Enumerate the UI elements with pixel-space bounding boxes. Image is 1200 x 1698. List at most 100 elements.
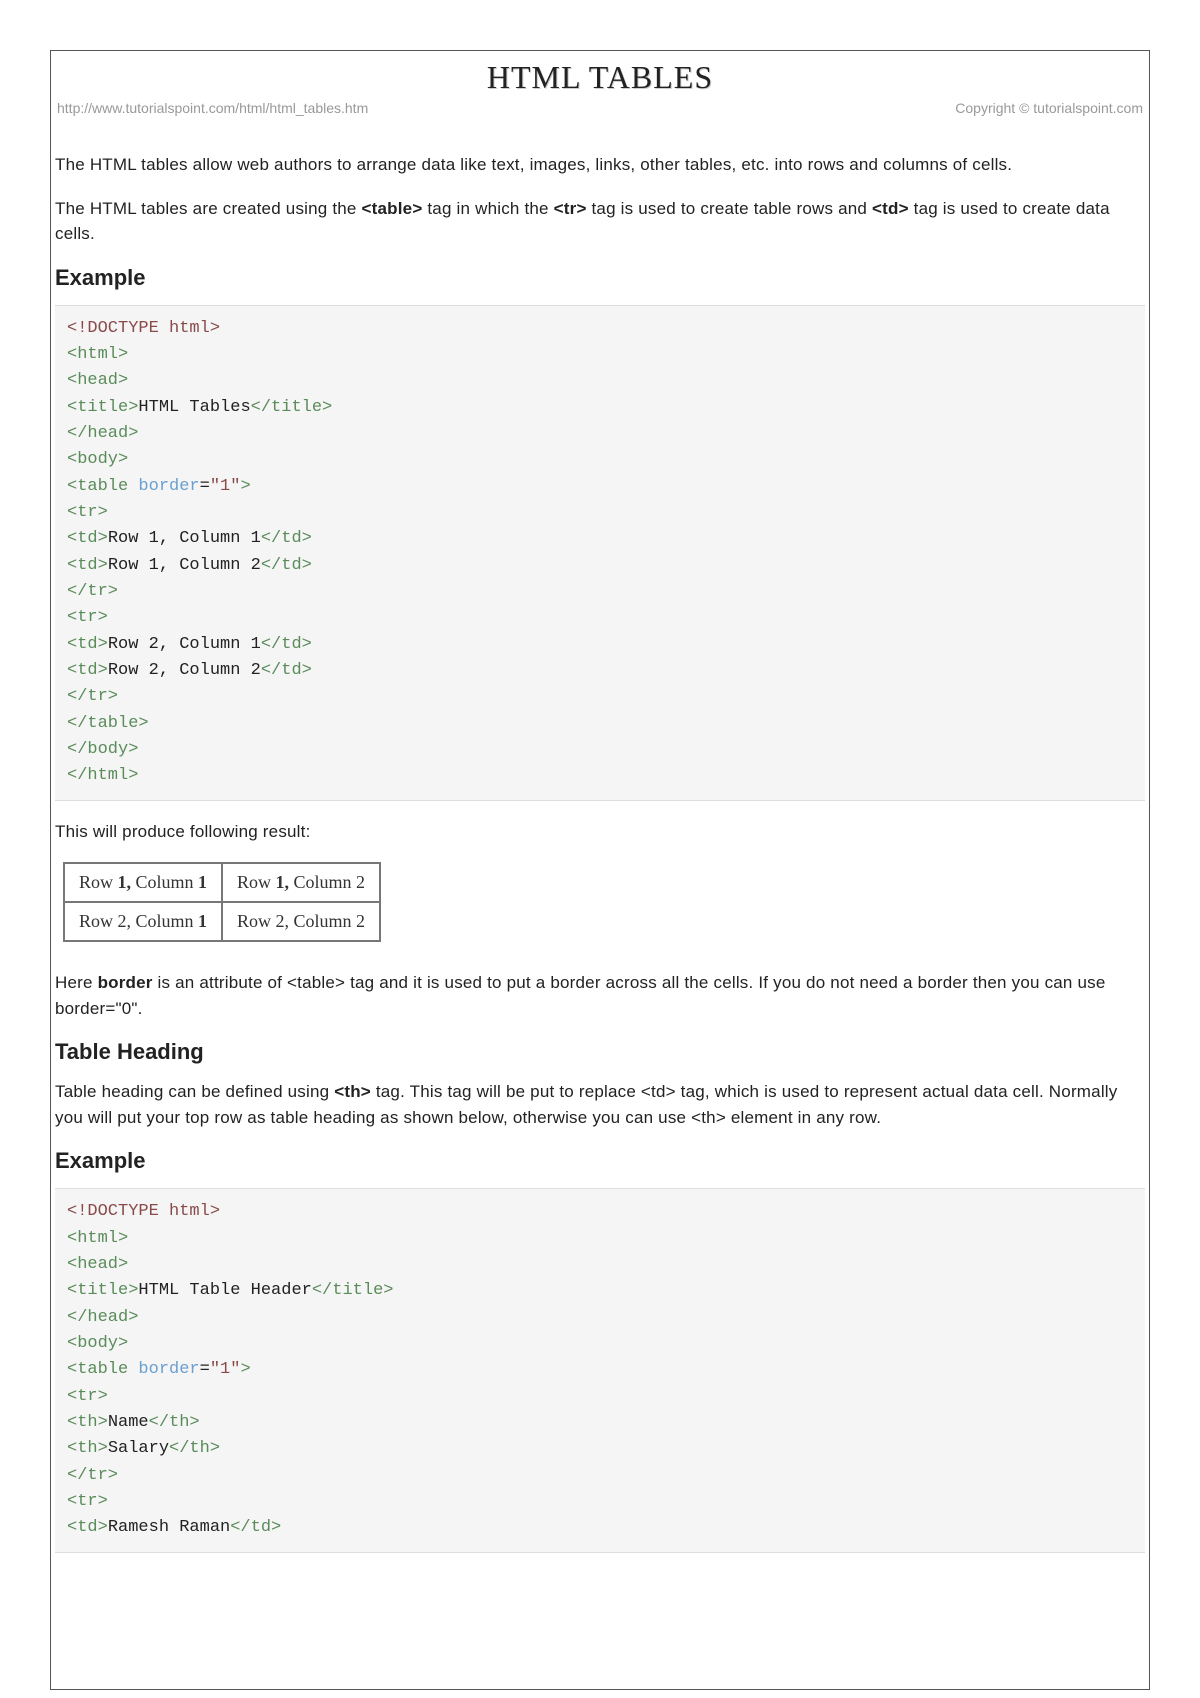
code-close: </title> bbox=[312, 1281, 394, 1300]
th-paragraph: Table heading can be defined using <th> … bbox=[55, 1079, 1145, 1130]
code-open: <td> bbox=[67, 661, 108, 680]
inline-bold: border bbox=[98, 973, 153, 992]
text: 1, bbox=[118, 872, 132, 892]
inline-tag: <table> bbox=[362, 199, 423, 218]
code-attr-val: "1" bbox=[210, 1360, 241, 1379]
code-close: </td> bbox=[261, 635, 312, 654]
code-text: Ramesh Raman bbox=[108, 1518, 230, 1537]
text: The HTML tables are created using the bbox=[55, 199, 362, 218]
inline-tag: <tr> bbox=[554, 199, 587, 218]
code-text: Row 2, Column 1 bbox=[108, 635, 261, 654]
inline-tag: <th> bbox=[334, 1082, 371, 1101]
text: Here bbox=[55, 973, 98, 992]
code-line: <html> bbox=[67, 1229, 128, 1248]
code-text: Salary bbox=[108, 1439, 169, 1458]
code-close: </td> bbox=[261, 661, 312, 680]
code-line: </table> bbox=[67, 714, 149, 733]
text: 1, bbox=[276, 872, 290, 892]
code-close: </td> bbox=[230, 1518, 281, 1537]
code-text: = bbox=[200, 1360, 210, 1379]
text: Row bbox=[79, 872, 118, 892]
code-close: </th> bbox=[169, 1439, 220, 1458]
code-text: = bbox=[200, 477, 210, 496]
copyright-text: Copyright © tutorialspoint.com bbox=[955, 100, 1143, 116]
table-cell: Row 2, Column 2 bbox=[222, 902, 380, 941]
code-open: <th> bbox=[67, 1439, 108, 1458]
result-intro: This will produce following result: bbox=[55, 819, 1145, 845]
heading-example-1: Example bbox=[55, 265, 1145, 291]
code-line: <tr> bbox=[67, 608, 108, 627]
text: Column bbox=[131, 872, 198, 892]
code-line: </tr> bbox=[67, 687, 118, 706]
intro-paragraph-1: The HTML tables allow web authors to arr… bbox=[55, 152, 1145, 178]
table-row: Row 1, Column 1 Row 1, Column 2 bbox=[64, 863, 380, 902]
code-line: </head> bbox=[67, 424, 138, 443]
code-line: <tr> bbox=[67, 1387, 108, 1406]
code-open: <td> bbox=[67, 1518, 108, 1537]
inline-tag: <td> bbox=[872, 199, 909, 218]
text: is an attribute of <table> tag and it is… bbox=[55, 973, 1106, 1018]
code-text: Row 2, Column 2 bbox=[108, 661, 261, 680]
text: 1 bbox=[198, 911, 207, 931]
source-url: http://www.tutorialspoint.com/html/html_… bbox=[57, 100, 368, 116]
code-line: <!DOCTYPE html> bbox=[67, 319, 220, 338]
intro-paragraph-2: The HTML tables are created using the <t… bbox=[55, 196, 1145, 247]
code-close: </th> bbox=[149, 1413, 200, 1432]
code-open: <td> bbox=[67, 556, 108, 575]
code-line: </tr> bbox=[67, 1466, 118, 1485]
code-line: </body> bbox=[67, 740, 138, 759]
code-attr-val: "1" bbox=[210, 477, 241, 496]
code-line: <body> bbox=[67, 1334, 128, 1353]
meta-row: http://www.tutorialspoint.com/html/html_… bbox=[51, 100, 1149, 122]
code-block-1: <!DOCTYPE html> <html> <head> <title>HTM… bbox=[55, 305, 1145, 801]
code-attr: border bbox=[128, 477, 199, 496]
content-area: The HTML tables allow web authors to arr… bbox=[51, 122, 1149, 1553]
code-text: HTML Table Header bbox=[138, 1281, 311, 1300]
result-table-1: Row 1, Column 1 Row 1, Column 2 Row 2, C… bbox=[63, 862, 381, 942]
code-text: Row 1, Column 2 bbox=[108, 556, 261, 575]
code-block-2: <!DOCTYPE html> <html> <head> <title>HTM… bbox=[55, 1188, 1145, 1552]
code-open: <td> bbox=[67, 529, 108, 548]
text: 1 bbox=[198, 872, 207, 892]
code-open: <table bbox=[67, 477, 128, 496]
text: Table heading can be defined using bbox=[55, 1082, 334, 1101]
text: Row bbox=[237, 872, 276, 892]
code-open: <title> bbox=[67, 1281, 138, 1300]
document-page: HTML TABLES http://www.tutorialspoint.co… bbox=[50, 50, 1150, 1690]
table-cell: Row 2, Column 1 bbox=[64, 902, 222, 941]
code-close: > bbox=[240, 1360, 250, 1379]
code-close: </td> bbox=[261, 556, 312, 575]
code-text: Row 1, Column 1 bbox=[108, 529, 261, 548]
heading-table-heading: Table Heading bbox=[55, 1039, 1145, 1065]
table-cell: Row 1, Column 1 bbox=[64, 863, 222, 902]
code-close: > bbox=[240, 477, 250, 496]
code-text: Name bbox=[108, 1413, 149, 1432]
text: Column 2 bbox=[289, 872, 365, 892]
code-line: <html> bbox=[67, 345, 128, 364]
code-line: </head> bbox=[67, 1308, 138, 1327]
border-paragraph: Here border is an attribute of <table> t… bbox=[55, 970, 1145, 1021]
code-attr: border bbox=[128, 1360, 199, 1379]
code-open: <table bbox=[67, 1360, 128, 1379]
code-line: <head> bbox=[67, 371, 128, 390]
code-line: </html> bbox=[67, 766, 138, 785]
code-line: <head> bbox=[67, 1255, 128, 1274]
text: tag in which the bbox=[422, 199, 553, 218]
text: Row 2, Column bbox=[79, 911, 198, 931]
heading-example-2: Example bbox=[55, 1148, 1145, 1174]
code-open: <title> bbox=[67, 398, 138, 417]
code-line: <tr> bbox=[67, 503, 108, 522]
table-cell: Row 1, Column 2 bbox=[222, 863, 380, 902]
code-line: <body> bbox=[67, 450, 128, 469]
code-open: <td> bbox=[67, 635, 108, 654]
code-text: HTML Tables bbox=[138, 398, 250, 417]
code-line: <!DOCTYPE html> bbox=[67, 1202, 220, 1221]
page-title: HTML TABLES bbox=[51, 59, 1149, 96]
code-line: <tr> bbox=[67, 1492, 108, 1511]
code-close: </title> bbox=[251, 398, 333, 417]
text: tag is used to create table rows and bbox=[587, 199, 872, 218]
code-open: <th> bbox=[67, 1413, 108, 1432]
code-line: </tr> bbox=[67, 582, 118, 601]
code-close: </td> bbox=[261, 529, 312, 548]
table-row: Row 2, Column 1 Row 2, Column 2 bbox=[64, 902, 380, 941]
